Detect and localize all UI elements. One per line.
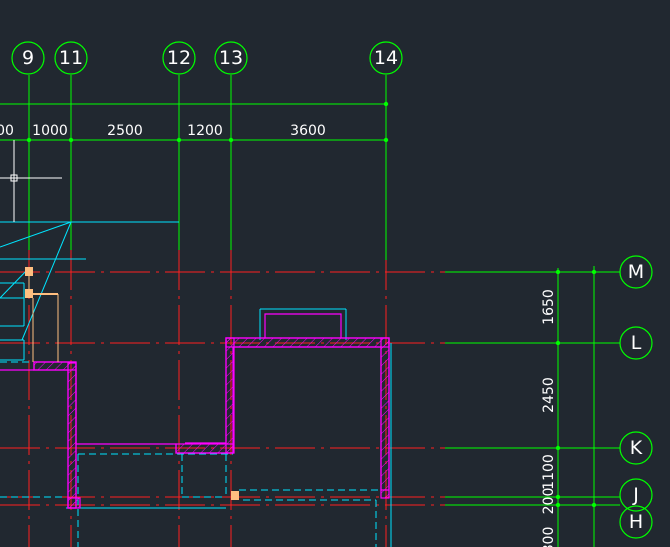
- crosshair-cursor-icon: [0, 140, 62, 222]
- dimension-text: 3600: [290, 123, 326, 139]
- axis-bubble-11[interactable]: 11: [54, 41, 88, 75]
- axis-bubble-m[interactable]: M: [619, 255, 653, 289]
- dimension-text: 200: [541, 488, 557, 515]
- axis-label-9: 9: [22, 47, 34, 69]
- dimension-text: 00: [0, 123, 14, 139]
- column-markers: [25, 267, 239, 500]
- axis-bubble-h[interactable]: H: [619, 505, 653, 539]
- axis-bubble-9[interactable]: 9: [11, 41, 45, 75]
- axis-label-j: J: [632, 484, 639, 506]
- axis-bubble-k[interactable]: K: [619, 431, 653, 465]
- dimension-text: 1000: [32, 123, 68, 139]
- dimension-text: 1200: [187, 123, 223, 139]
- column-marker: [25, 267, 33, 276]
- axis-label-11: 11: [59, 47, 83, 69]
- column-marker: [231, 491, 239, 500]
- column-marker: [25, 289, 33, 298]
- axis-label-k: K: [630, 437, 643, 459]
- dimension-text: 800: [541, 527, 557, 547]
- dimension-text: 1100: [541, 454, 557, 490]
- top-dimension-texts: 00 1000 2500 1200 3600: [0, 123, 326, 139]
- top-axis-bubbles: 9 11 12 13 14: [11, 41, 403, 75]
- axis-label-h: H: [629, 511, 643, 533]
- cad-drawing-canvas[interactable]: 9 11 12 13 14 00 1000 2500 1200 3600 M L…: [0, 0, 670, 547]
- dimension-text: 1650: [541, 289, 557, 325]
- right-axis-bubbles: M L K J H: [619, 255, 653, 539]
- axis-label-m: M: [628, 261, 644, 283]
- axis-bubble-13[interactable]: 13: [214, 41, 248, 75]
- axis-bubble-12[interactable]: 12: [162, 41, 196, 75]
- dimension-text: 2450: [541, 377, 557, 413]
- axis-label-l: L: [631, 332, 642, 354]
- axis-bubble-l[interactable]: L: [619, 326, 653, 360]
- axis-label-14: 14: [374, 47, 398, 69]
- axis-bubble-14[interactable]: 14: [369, 41, 403, 75]
- dimension-text: 2500: [107, 123, 143, 139]
- right-dimension-texts: 1650 2450 1100 200 800: [541, 289, 557, 547]
- dimension-ticks: [26, 101, 597, 508]
- grid-axis-lines: [0, 75, 620, 547]
- hidden-lines: [0, 221, 392, 547]
- axis-label-12: 12: [167, 47, 191, 69]
- axis-label-13: 13: [219, 47, 243, 69]
